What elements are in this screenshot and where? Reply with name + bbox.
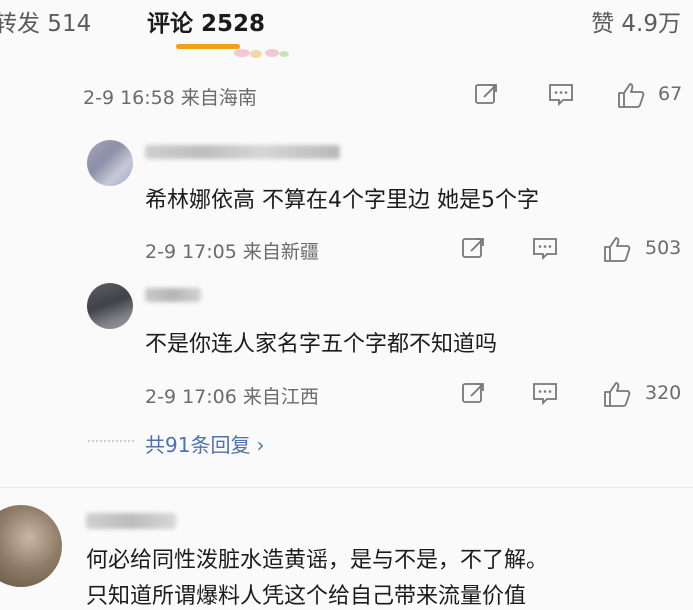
- comment-icon[interactable]: [531, 380, 559, 406]
- thumbs-up-icon[interactable]: [602, 380, 632, 408]
- comment-icon[interactable]: [547, 81, 575, 107]
- comment-timestamp: 2-9 16:58 来自海南: [83, 87, 257, 109]
- thumbs-up-icon[interactable]: [602, 235, 632, 263]
- reply-text: 不是你连人家名字五个字都不知道吗: [145, 332, 498, 357]
- view-all-replies-link[interactable]: 共91条回复 ›: [145, 429, 264, 458]
- comment-meta-row: 2-9 16:58 来自海南 67: [83, 81, 683, 109]
- reply-text: 希林娜依高 不算在4个字里边 她是5个字: [145, 188, 539, 213]
- share-icon[interactable]: [461, 380, 487, 406]
- reply-meta-row: 2-9 17:06 来自江西 320: [145, 380, 690, 408]
- tab-bar: 转发 514 评论 2528 赞 4.9万: [0, 0, 693, 58]
- reply-timestamp: 2-9 17:06 来自江西: [145, 386, 319, 408]
- username-blurred[interactable]: [86, 513, 176, 529]
- avatar[interactable]: [87, 140, 133, 186]
- reply-meta-row: 2-9 17:05 来自新疆 503: [145, 235, 690, 263]
- comment-text: 何必给同性泼脏水造黄谣，是与不是，不了解。: [86, 548, 549, 573]
- like-count: 320: [645, 382, 682, 404]
- flower-decoration-icon: [234, 49, 289, 58]
- like-count: 67: [658, 83, 683, 105]
- avatar[interactable]: [87, 283, 133, 329]
- comment-separator: [0, 487, 693, 488]
- chevron-right-icon: ›: [256, 433, 265, 457]
- comment-icon[interactable]: [531, 235, 559, 261]
- tab-likes[interactable]: 赞 4.9万: [591, 4, 681, 38]
- share-icon[interactable]: [474, 81, 500, 107]
- tab-comments[interactable]: 评论 2528: [147, 4, 265, 38]
- username-blurred[interactable]: [145, 288, 201, 302]
- reply-divider: [88, 440, 134, 444]
- username-blurred[interactable]: [145, 145, 340, 159]
- reply-timestamp: 2-9 17:05 来自新疆: [145, 241, 319, 263]
- replies-count-label: 共91条回复: [145, 433, 251, 457]
- like-count: 503: [645, 237, 682, 259]
- comment-text: 只知道所谓爆料人凭这个给自己带来流量价值: [86, 584, 527, 609]
- tab-repost[interactable]: 转发 514: [0, 4, 91, 38]
- share-icon[interactable]: [461, 235, 487, 261]
- thumbs-up-icon[interactable]: [616, 81, 646, 109]
- avatar[interactable]: [0, 505, 62, 587]
